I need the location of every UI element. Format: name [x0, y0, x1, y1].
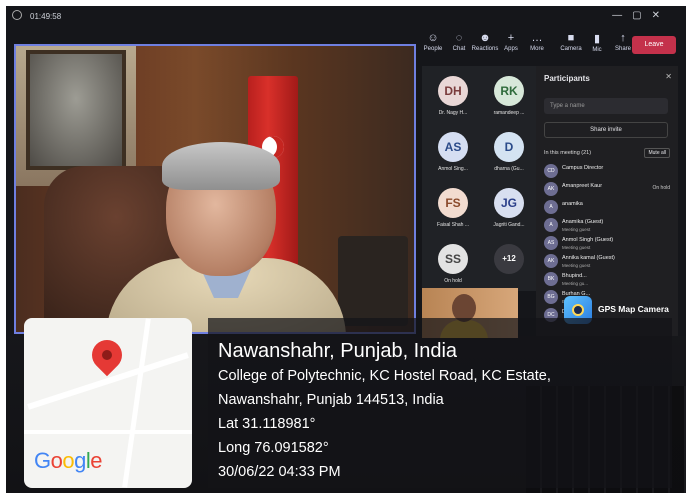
panel-title: Participants: [544, 74, 590, 83]
location-overlay: Nawanshahr, Punjab, India College of Pol…: [208, 318, 672, 488]
google-logo-letter: e: [90, 448, 103, 473]
record-icon: [12, 10, 22, 20]
toolbar-label: People: [423, 46, 443, 52]
participant-name: anamika: [562, 201, 583, 207]
avatar: AK: [544, 254, 558, 268]
status-bar: 01:49:58 —▢✕: [6, 6, 686, 28]
address-line-1: College of Polytechnic, KC Hostel Road, …: [218, 368, 551, 384]
participant-name: Anmol Singh (Guest): [562, 237, 614, 243]
gps-camera-label: GPS Map Camera: [598, 304, 669, 314]
avatar: AS: [438, 132, 468, 162]
cabinet: [338, 236, 408, 326]
participant-role: Meeting guest: [562, 245, 591, 250]
participant-row[interactable]: A Anamika (Guest) Meeting guest: [544, 216, 672, 236]
longitude: Long 76.091582°: [218, 440, 329, 456]
close-icon[interactable]: ✕: [665, 72, 672, 81]
tile-name: ramandeep ...: [493, 110, 525, 116]
map-pin-icon: [85, 333, 129, 377]
participant-name: Campus Director: [562, 165, 604, 171]
meeting-timer: 01:49:58: [30, 12, 62, 21]
mute-all-button[interactable]: Mute all: [644, 148, 670, 158]
participant-grid: DH Dr. Nagy H... RK ramandeep ... AS Anmol Si…: [422, 66, 537, 291]
participant-tile[interactable]: Ddharna (Gu...: [482, 128, 536, 178]
google-logo-letter: G: [34, 448, 51, 473]
participant-tile[interactable]: SS On hold: [426, 240, 480, 290]
map-road: [122, 318, 151, 488]
map-thumbnail: Google: [24, 318, 192, 488]
google-logo-letter: o: [62, 448, 75, 473]
address-line-2: Nawanshahr, Punjab 144513, India: [218, 392, 444, 408]
window-controls-icon[interactable]: —▢✕: [612, 10, 670, 21]
avatar: SS: [438, 244, 468, 274]
monitor-screen: 01:49:58 —▢✕ ☺ People ◌ Chat ☻ Reactions + Apps…: [6, 6, 686, 338]
toolbar-label: More: [530, 46, 544, 52]
avatar: +12: [494, 244, 524, 274]
participant-tile[interactable]: +12: [482, 240, 536, 290]
participant-tile[interactable]: RK ramandeep ...: [482, 72, 536, 122]
participant-tile[interactable]: JG Jagriti Gand...: [482, 184, 536, 234]
participant-name: Anamika (Guest): [562, 219, 604, 225]
google-logo-letter: o: [50, 448, 63, 473]
participant-row[interactable]: AK Amanpreet Kaur On hold: [544, 180, 672, 200]
tile-name: dharna (Gu...: [494, 166, 524, 172]
google-logo-letter: g: [74, 448, 86, 473]
date-time: 30/06/22 04:33 PM: [218, 464, 341, 480]
share-invite-button[interactable]: Share invite: [544, 122, 668, 138]
tile-name: Anmol Sing...: [438, 166, 468, 172]
participant-name: Amanpreet Kaur: [562, 183, 603, 189]
avatar: JG: [494, 188, 524, 218]
speaker-hair: [162, 142, 280, 190]
avatar: RK: [494, 76, 524, 106]
wall-portrait: [26, 50, 126, 170]
latitude: Lat 31.118981°: [218, 416, 316, 432]
place-name: Nawanshahr, Punjab, India: [218, 340, 458, 362]
avatar: BK: [544, 272, 558, 286]
toolbar-label: Share: [614, 46, 631, 52]
avatar: DH: [438, 76, 468, 106]
participant-role: Meeting gu...: [562, 281, 589, 286]
avatar: CD: [544, 164, 558, 178]
participant-tile[interactable]: AS Anmol Sing...: [426, 128, 480, 178]
participant-name: Bhupind...: [562, 273, 587, 279]
leave-button[interactable]: Leave: [632, 36, 676, 54]
toolbar-label: Apps: [504, 46, 518, 52]
participant-state: On hold: [652, 185, 670, 191]
avatar: FS: [438, 188, 468, 218]
avatar: AK: [544, 182, 558, 196]
participant-name: Annika kamal (Guest): [562, 255, 615, 261]
participant-row[interactable]: BK Bhupind... Meeting gu...: [544, 270, 672, 290]
tile-name: Jagriti Gand...: [493, 222, 525, 228]
tile-name: Dr. Nagy H...: [438, 110, 468, 116]
toolbar-more-button[interactable]: … More: [520, 32, 554, 52]
participant-row[interactable]: CD Campus Director: [544, 162, 672, 182]
participant-row[interactable]: AS Anmol Singh (Guest) Meeting guest: [544, 234, 672, 254]
map-road: [24, 430, 192, 434]
google-logo: Google: [34, 448, 103, 474]
toolbar-label: Camera: [560, 46, 582, 52]
avatar: A: [544, 200, 558, 214]
participant-role: Meeting guest: [562, 263, 591, 268]
toolbar-label: Mic: [592, 47, 602, 53]
avatar: BG: [544, 290, 558, 304]
participant-tile[interactable]: DH Dr. Nagy H...: [426, 72, 480, 122]
tile-name: Faisal Shah ...: [437, 222, 469, 228]
avatar: AS: [544, 236, 558, 250]
photo-frame: 01:49:58 —▢✕ ☺ People ◌ Chat ☻ Reactions + Apps…: [0, 0, 690, 497]
participant-role: Meeting guest: [562, 227, 591, 232]
participant-tile[interactable]: FS Faisal Shah ...: [426, 184, 480, 234]
main-video[interactable]: [14, 44, 416, 334]
tile-name: On hold: [444, 278, 462, 284]
meeting-toolbar: ☺ People ◌ Chat ☻ Reactions + Apps… More ■ Camera ▮…: [416, 28, 686, 62]
avatar: A: [544, 218, 558, 232]
toolbar-label: Chat: [452, 46, 466, 52]
participant-row[interactable]: Aanamika: [544, 198, 672, 218]
avatar: D: [494, 132, 524, 162]
more-icon: …: [531, 32, 543, 44]
participant-search-input[interactable]: Type a name: [544, 98, 668, 114]
participant-row[interactable]: AK Annika kamal (Guest) Meeting guest: [544, 252, 672, 272]
in-meeting-count[interactable]: In this meeting (21): [544, 150, 591, 156]
